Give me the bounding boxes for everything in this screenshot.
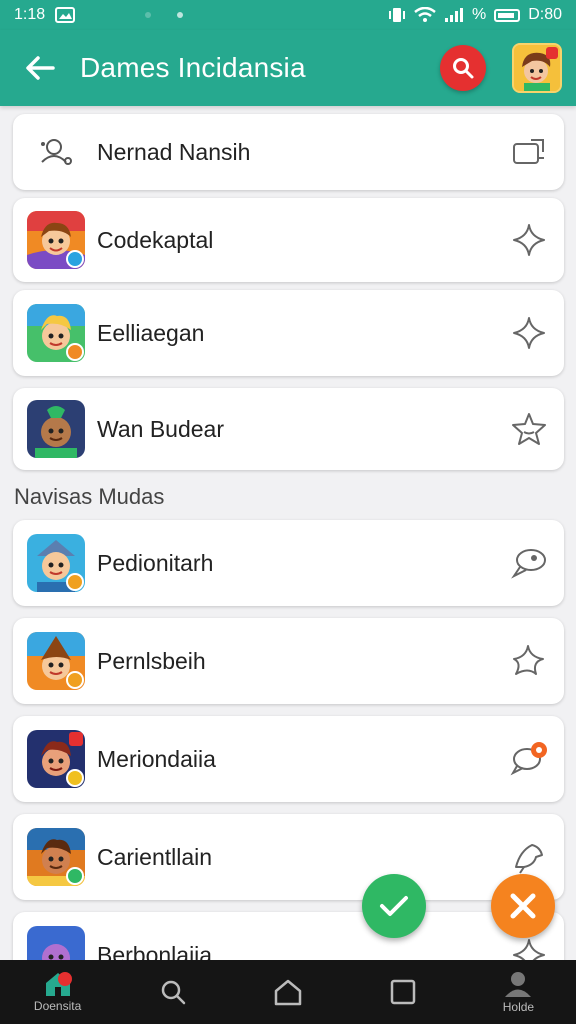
status-bar: 1:18 % D:80	[0, 0, 576, 30]
star-outline-icon[interactable]	[494, 315, 564, 351]
check-icon	[380, 896, 408, 916]
app-icon	[27, 534, 85, 592]
app-badge	[66, 867, 84, 885]
contacts-icon	[13, 136, 97, 168]
list-item[interactable]: Pedionitarh	[13, 520, 564, 606]
square-icon	[390, 979, 416, 1005]
search-button[interactable]	[440, 45, 486, 91]
star-outline-icon[interactable]	[494, 411, 564, 447]
app-icon	[27, 400, 85, 458]
nav-label: Holde	[502, 1000, 535, 1014]
list-item[interactable]: Eelliaegan	[13, 290, 564, 376]
list-item-top[interactable]: Nernad Nansih	[13, 114, 564, 190]
notification-badge	[58, 972, 72, 986]
nav-label: Doensita	[33, 999, 82, 1013]
status-extra: %	[471, 6, 487, 23]
home-outline-icon	[274, 979, 302, 1006]
list-item-label: Eelliaegan	[97, 319, 205, 346]
close-fab-button[interactable]	[491, 874, 555, 938]
back-button[interactable]	[0, 30, 80, 106]
vibrate-icon	[388, 8, 405, 22]
page-title: Dames Incidansia	[80, 52, 306, 83]
list-item[interactable]: Meriondaiia	[13, 716, 564, 802]
nav-item-profile[interactable]: Holde	[461, 960, 576, 1024]
list-item[interactable]: Carientllain	[13, 814, 564, 900]
chat-icon[interactable]	[494, 546, 564, 580]
app-icon	[27, 211, 85, 269]
star-outline-icon[interactable]	[494, 222, 564, 258]
search-icon	[161, 980, 186, 1005]
chat-notification-icon[interactable]	[494, 741, 564, 777]
profile-avatar[interactable]	[512, 43, 562, 93]
list-item-label: Wan Budear	[97, 415, 224, 442]
battery-icon	[494, 8, 521, 22]
content-list[interactable]: Nernad Nansih Codekaptal Eelliaegan Wan …	[0, 106, 576, 960]
list-item-label: Carientllain	[97, 843, 213, 870]
list-item[interactable]: Wan Budear	[13, 388, 564, 470]
app-bar: Dames Incidansia	[0, 30, 576, 106]
list-item[interactable]: Berbonlaiia	[13, 912, 564, 960]
app-badge	[66, 769, 84, 787]
list-item[interactable]: Pernlsbeih	[13, 618, 564, 704]
list-item-label: Berbonlaiia	[97, 941, 213, 961]
sparkle-icon[interactable]	[494, 643, 564, 679]
status-time: 1:18	[14, 6, 46, 23]
back-arrow-icon	[26, 56, 55, 80]
notification-dot-icon	[145, 12, 152, 18]
list-item-label: Pedionitarh	[97, 549, 214, 576]
confirm-fab-button[interactable]	[362, 874, 426, 938]
star-outline-icon[interactable]	[494, 937, 564, 960]
nav-item-home[interactable]: Doensita	[0, 960, 115, 1024]
list-item-label: Meriondaiia	[97, 745, 216, 772]
app-badge	[66, 343, 84, 361]
app-badge	[66, 671, 84, 689]
app-icon	[27, 632, 85, 690]
app-icon	[27, 926, 85, 960]
app-icon	[27, 828, 85, 886]
nav-item-search[interactable]	[115, 960, 230, 1024]
person-icon	[505, 972, 532, 997]
section-header: Navisas Mudas	[14, 484, 165, 509]
list-item-label: Codekaptal	[97, 226, 214, 253]
status-clock: D:80	[528, 6, 562, 23]
app-icon	[27, 730, 85, 788]
share-icon[interactable]	[494, 137, 564, 167]
nav-item-system-home[interactable]	[230, 960, 345, 1024]
notification-dot-icon	[177, 12, 184, 18]
list-item[interactable]: Codekaptal	[13, 198, 564, 282]
search-icon	[453, 58, 474, 79]
app-badge	[66, 573, 84, 591]
bottom-nav: Doensita Holde	[0, 960, 576, 1024]
image-notification-icon	[55, 7, 76, 23]
list-item-label: Nernad Nansih	[97, 138, 251, 165]
list-item-label: Pernlsbeih	[97, 647, 206, 674]
nav-item-recents[interactable]	[346, 960, 461, 1024]
app-badge	[66, 250, 84, 268]
avatar-face-icon	[514, 45, 560, 91]
bird-icon[interactable]	[494, 839, 564, 875]
app-icon	[27, 304, 85, 362]
close-icon	[510, 893, 536, 919]
signal-icon	[444, 8, 463, 22]
wifi-icon	[414, 7, 436, 22]
